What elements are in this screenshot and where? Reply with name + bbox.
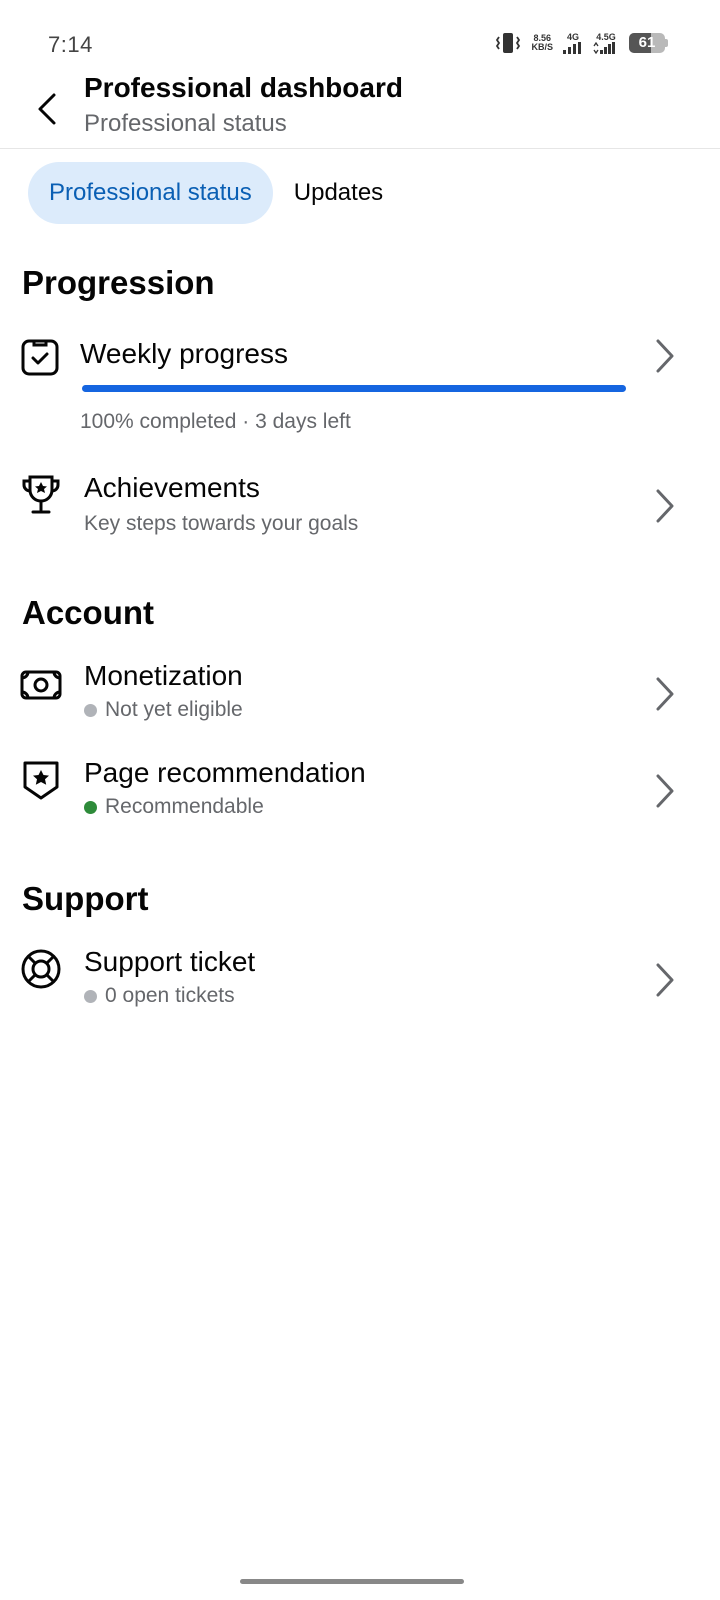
tab-updates[interactable]: Updates bbox=[273, 162, 404, 224]
battery-icon: 61 bbox=[629, 33, 665, 53]
support-ticket-status-text: 0 open tickets bbox=[105, 984, 235, 1007]
status-bar: 7:14 8.56 KB/S 4G 4.5G 61 bbox=[0, 0, 720, 70]
monetization-title: Monetization bbox=[84, 660, 243, 691]
page-recommendation-title: Page recommendation bbox=[84, 757, 366, 788]
battery-level: 61 bbox=[638, 34, 656, 51]
page-recommendation-row[interactable]: Page recommendation Recommendable bbox=[0, 751, 720, 831]
monetization-row[interactable]: Monetization Not yet eligible bbox=[0, 654, 720, 734]
tab-professional-status[interactable]: Professional status bbox=[28, 162, 273, 224]
support-ticket-status: 0 open tickets bbox=[84, 984, 235, 1008]
checklist-icon bbox=[21, 339, 59, 376]
chevron-right-icon bbox=[656, 774, 674, 808]
section-heading-support: Support bbox=[22, 880, 149, 917]
status-dot bbox=[84, 703, 97, 717]
support-ticket-title: Support ticket bbox=[84, 946, 256, 977]
lifebuoy-icon bbox=[21, 949, 61, 989]
achievements-subtitle: Key steps towards your goals bbox=[84, 512, 359, 535]
signal-2: 4.5G bbox=[593, 32, 619, 54]
speed-unit: KB/S bbox=[531, 42, 553, 52]
shield-star-icon bbox=[23, 761, 59, 800]
section-heading-account: Account bbox=[22, 594, 154, 631]
weekly-progress-status: 100% completed · 3 days left bbox=[80, 410, 351, 433]
status-icons: 8.56 KB/S 4G 4.5G 61 bbox=[495, 32, 668, 54]
monetization-status: Not yet eligible bbox=[84, 698, 243, 722]
app-header: Professional dashboard Professional stat… bbox=[0, 70, 720, 149]
home-indicator[interactable] bbox=[240, 1579, 464, 1584]
achievements-title: Achievements bbox=[84, 472, 260, 503]
clock: 7:14 bbox=[48, 32, 93, 57]
vibrate-icon bbox=[496, 33, 521, 53]
page-title: Professional dashboard bbox=[84, 72, 403, 103]
network-type-1: 4G bbox=[566, 32, 579, 42]
chevron-right-icon bbox=[656, 677, 674, 711]
signal-1: 4G bbox=[563, 32, 583, 54]
back-arrow-icon[interactable] bbox=[34, 92, 62, 126]
network-type-2: 4.5G bbox=[596, 32, 616, 42]
network-speed: 8.56 KB/S bbox=[531, 34, 553, 52]
signal-bars-icon bbox=[563, 42, 581, 54]
trophy-icon bbox=[22, 475, 60, 514]
status-dot bbox=[84, 989, 97, 1003]
signal-bars-icon bbox=[593, 42, 615, 54]
money-icon bbox=[20, 670, 62, 700]
chevron-right-icon bbox=[656, 489, 674, 523]
weekly-progress-bar bbox=[82, 385, 626, 392]
support-ticket-row[interactable]: Support ticket 0 open tickets bbox=[0, 940, 720, 1020]
chevron-right-icon bbox=[656, 339, 674, 373]
battery-tip bbox=[665, 39, 668, 47]
page-subtitle: Professional status bbox=[84, 110, 287, 137]
weekly-progress-fill bbox=[82, 385, 626, 392]
weekly-progress-row[interactable]: Weekly progress 100% completed · 3 days … bbox=[0, 330, 720, 440]
achievements-row[interactable]: Achievements Key steps towards your goal… bbox=[0, 466, 720, 546]
page-recommendation-status: Recommendable bbox=[84, 795, 264, 819]
weekly-progress-title: Weekly progress bbox=[80, 338, 289, 369]
status-dot bbox=[84, 800, 97, 814]
tab-bar: Professional status Updates bbox=[28, 162, 404, 224]
chevron-right-icon bbox=[656, 963, 674, 997]
battery: 61 bbox=[629, 33, 668, 53]
page-recommendation-status-text: Recommendable bbox=[105, 795, 264, 818]
monetization-status-text: Not yet eligible bbox=[105, 698, 243, 721]
section-heading-progression: Progression bbox=[22, 264, 215, 301]
